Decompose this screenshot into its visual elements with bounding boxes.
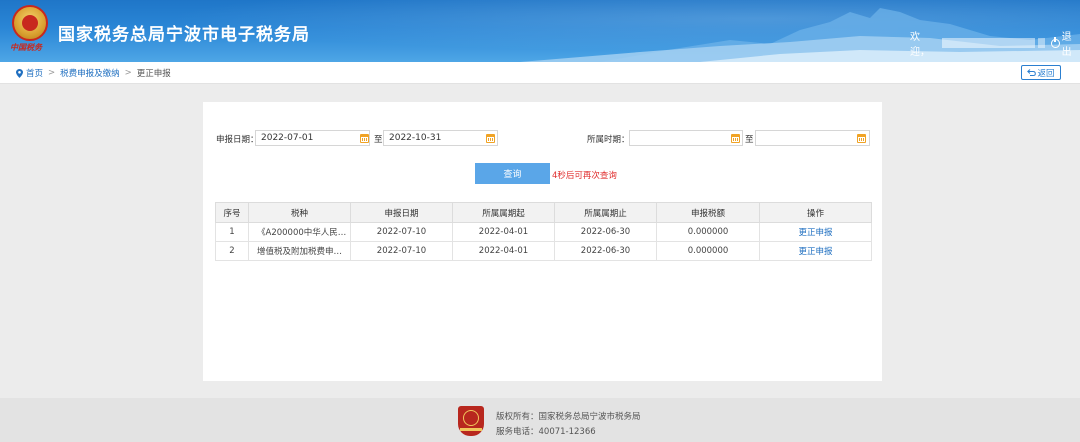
power-icon	[1051, 36, 1060, 48]
masked-username	[941, 38, 1035, 48]
welcome-text: 欢迎，	[910, 32, 930, 58]
logout-button[interactable]: 退出	[1051, 28, 1080, 58]
period-label: 所属时期：	[587, 135, 630, 145]
row-tax: 增值税及附加税费申报表(小规模纳税人适用)	[248, 241, 351, 261]
site-title: 国家税务总局宁波市电子税务局	[58, 25, 310, 45]
back-arrow-icon	[1027, 69, 1037, 76]
calendar-icon[interactable]	[857, 134, 866, 143]
row-amount: 0.000000	[656, 222, 760, 242]
to-label: 至	[745, 135, 754, 145]
site-header: 中国税务 国家税务总局宁波市电子税务局 欢迎， 退出	[0, 0, 1080, 62]
col-header-no: 序号	[215, 202, 249, 223]
period-end-input[interactable]	[755, 130, 870, 146]
row-amount: 0.000000	[656, 241, 760, 261]
row-period-end: 2022-06-30	[554, 241, 657, 261]
masked-username-extra	[1037, 38, 1046, 48]
decl-date-label: 申报日期：	[216, 135, 259, 145]
footer-phone: 服务电话：40071-12366	[496, 427, 596, 437]
row-period-end: 2022-06-30	[554, 222, 657, 242]
col-header-decl-date: 申报日期	[350, 202, 453, 223]
breadcrumb-current: 更正申报	[136, 69, 171, 79]
calendar-icon[interactable]	[486, 134, 495, 143]
decl-end-input[interactable]: 2022-10-31	[383, 130, 498, 146]
table-row: 1 《A200000中华人民共和国企业所得税月(季)度预缴纳税申报表(A类)》 …	[215, 222, 872, 242]
row-no: 2	[215, 241, 249, 261]
breadcrumb-separator: >	[48, 68, 56, 78]
requery-countdown: 4秒后可再次查询	[552, 171, 617, 181]
page-footer: 版权所有：国家税务总局宁波市税务局 服务电话：40071-12366	[0, 398, 1080, 442]
col-header-period-end: 所属属期止	[554, 202, 657, 223]
row-period-start: 2022-04-01	[452, 241, 555, 261]
row-decl-date: 2022-07-10	[350, 241, 453, 261]
calendar-icon[interactable]	[731, 134, 740, 143]
back-label: 返回	[1037, 68, 1055, 79]
footer-copyright: 版权所有：国家税务总局宁波市税务局	[496, 412, 641, 422]
emblem-caption: 中国税务	[10, 42, 42, 52]
period-start-input[interactable]	[629, 130, 743, 146]
row-decl-date: 2022-07-10	[350, 222, 453, 242]
breadcrumb-separator: >	[124, 68, 132, 78]
row-tax: 《A200000中华人民共和国企业所得税月(季)度预缴纳税申报表(A类)》	[248, 222, 351, 242]
to-label: 至	[374, 135, 383, 145]
logout-label: 退出	[1061, 32, 1072, 58]
breadcrumb-section-link[interactable]: 税费申报及缴纳	[60, 67, 120, 79]
decl-start-input[interactable]: 2022-07-01	[255, 130, 370, 146]
col-header-action: 操作	[759, 202, 872, 223]
table-row: 2 增值税及附加税费申报表(小规模纳税人适用) 2022-07-10 2022-…	[215, 241, 872, 261]
breadcrumb-home-link[interactable]: 首页	[26, 67, 43, 79]
tax-badge-icon	[458, 406, 484, 436]
breadcrumb-bar: 首页 > 税费申报及缴纳 > 更正申报 返回	[0, 62, 1080, 84]
back-button[interactable]: 返回	[1021, 65, 1061, 80]
col-header-period-start: 所属属期起	[452, 202, 555, 223]
breadcrumb: 首页 > 税费申报及缴纳 > 更正申报	[16, 67, 171, 79]
query-button[interactable]: 查询	[475, 163, 550, 184]
correct-declaration-link[interactable]: 更正申报	[798, 228, 832, 238]
col-header-amount: 申报税额	[656, 202, 760, 223]
correct-declaration-link[interactable]: 更正申报	[798, 247, 832, 257]
user-area: 欢迎， 退出	[910, 28, 1080, 58]
query-panel: 申报日期： 2022-07-01 至 2022-10-31 所属时期： 至 查询…	[203, 102, 882, 381]
declaration-table: 序号 税种 申报日期 所属属期起 所属属期止 申报税额 操作 1 《A20000…	[215, 202, 872, 261]
col-header-tax: 税种	[248, 202, 351, 223]
location-pin-icon	[16, 68, 23, 78]
calendar-icon[interactable]	[360, 134, 369, 143]
tax-emblem-icon	[12, 5, 48, 41]
table-header-row: 序号 税种 申报日期 所属属期起 所属属期止 申报税额 操作	[215, 202, 872, 223]
row-no: 1	[215, 222, 249, 242]
row-period-start: 2022-04-01	[452, 222, 555, 242]
